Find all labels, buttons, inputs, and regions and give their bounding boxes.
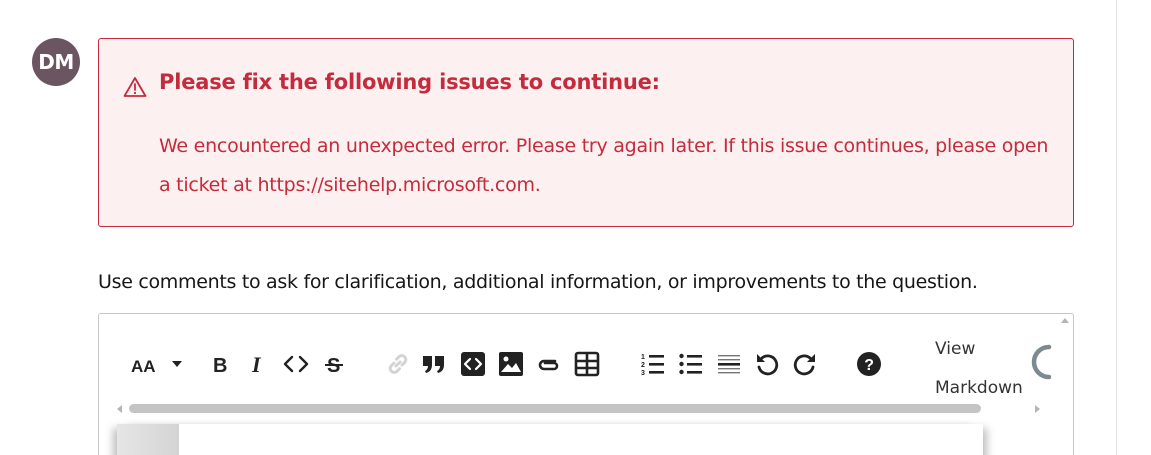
- text-size-icon: AA: [130, 352, 160, 376]
- scroll-right-arrow[interactable]: [1035, 405, 1040, 413]
- bold-button[interactable]: B: [203, 348, 237, 380]
- alert-title: Please fix the following issues to conti…: [159, 70, 660, 94]
- bold-glyph: B: [213, 355, 227, 376]
- undo-button[interactable]: [750, 348, 784, 380]
- help-button[interactable]: ?: [852, 348, 886, 380]
- editor-text-area[interactable]: [117, 424, 983, 455]
- code-block-button[interactable]: [456, 348, 490, 380]
- right-divider: [1116, 0, 1117, 455]
- loading-spinner-icon: [1029, 342, 1065, 382]
- svg-text:3: 3: [641, 370, 645, 377]
- redo-button[interactable]: [788, 348, 822, 380]
- comment-page: DM Please fix the following issues to co…: [0, 0, 1151, 455]
- table-icon: [574, 351, 600, 377]
- inline-code-icon: [283, 354, 309, 374]
- link-button[interactable]: [381, 348, 415, 380]
- redo-icon: [792, 351, 818, 377]
- unordered-list-icon: [678, 351, 704, 377]
- horizontal-rule-icon: [716, 351, 742, 377]
- code-block-icon: [460, 351, 486, 377]
- image-icon: [498, 351, 524, 377]
- scrollbar-thumb[interactable]: [129, 404, 981, 413]
- strikethrough-icon: S: [322, 352, 346, 376]
- table-button[interactable]: [570, 348, 604, 380]
- undo-icon: [754, 351, 780, 377]
- text-size-dropdown[interactable]: [165, 348, 189, 380]
- help-icon: ?: [856, 351, 882, 377]
- alert-message: We encountered an unexpected error. Plea…: [159, 135, 1049, 196]
- italic-button[interactable]: I: [241, 348, 275, 380]
- inline-code-button[interactable]: [279, 348, 313, 380]
- toolbar-scrollbar[interactable]: [113, 402, 1043, 414]
- link-icon: [385, 351, 411, 377]
- svg-text:2: 2: [641, 362, 645, 369]
- svg-text:1: 1: [641, 354, 645, 361]
- unordered-list-button[interactable]: [674, 348, 708, 380]
- quote-button[interactable]: [417, 348, 451, 380]
- quote-icon: [421, 353, 447, 375]
- chevron-down-icon: [170, 359, 184, 369]
- error-alert: Please fix the following issues to conti…: [98, 38, 1074, 227]
- italic-icon: I: [246, 352, 270, 376]
- ordered-list-button[interactable]: 1 2 3: [636, 348, 670, 380]
- text-size-glyph: AA: [131, 357, 156, 376]
- avatar[interactable]: DM: [32, 38, 80, 86]
- bold-icon: B: [208, 352, 232, 376]
- italic-glyph: I: [251, 352, 262, 376]
- horizontal-rule-button[interactable]: [712, 348, 746, 380]
- attachment-button[interactable]: [532, 348, 566, 380]
- scroll-up-arrow[interactable]: [1061, 318, 1069, 323]
- view-markdown-toggle[interactable]: View Markdown: [935, 330, 1023, 408]
- scroll-left-arrow[interactable]: [117, 405, 122, 413]
- editor-gutter: [117, 424, 179, 455]
- view-markdown-label-line1: View: [935, 339, 976, 359]
- ordered-list-icon: 1 2 3: [640, 351, 666, 377]
- strikethrough-button[interactable]: S: [317, 348, 351, 380]
- svg-text:?: ?: [864, 357, 874, 374]
- warning-triangle-icon: [123, 76, 147, 97]
- text-size-button[interactable]: AA: [127, 348, 163, 380]
- comment-editor[interactable]: AA B I S 1 2 3 ? View Markdown: [98, 313, 1074, 455]
- image-button[interactable]: [494, 348, 528, 380]
- attachment-icon: [535, 354, 563, 374]
- comment-hint: Use comments to ask for clarification, a…: [98, 271, 978, 293]
